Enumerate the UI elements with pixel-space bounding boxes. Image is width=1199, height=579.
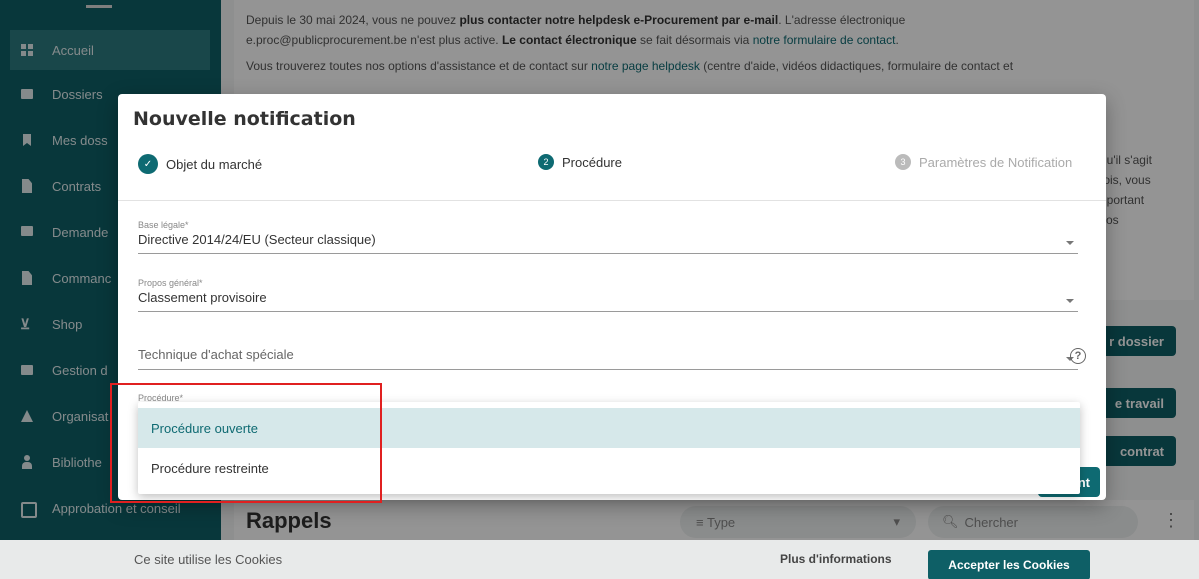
cookie-text: Ce site utilise les Cookies	[134, 552, 283, 567]
step-procedure[interactable]: 2 Procédure	[538, 154, 622, 170]
step-label: Objet du marché	[166, 156, 263, 172]
base-legale-select[interactable]: Base légale* Directive 2014/24/EU (Secte…	[138, 220, 1078, 254]
step-label: Paramètres de Notification	[919, 154, 1073, 170]
field-label: Base légale*	[138, 220, 189, 230]
stepper: ✓ Objet du marché 2 Procédure 3 Paramètr…	[118, 150, 1106, 190]
step-objet[interactable]: ✓ Objet du marché	[138, 154, 262, 174]
chevron-down-icon	[1066, 299, 1074, 303]
step-parametres: 3 Paramètres de Notification	[895, 154, 1072, 170]
technique-achat-select[interactable]: Technique d'achat spéciale	[138, 346, 1078, 370]
field-placeholder: Technique d'achat spéciale	[138, 347, 294, 362]
step-label: Procédure	[562, 154, 622, 170]
annotation-highlight-box	[110, 383, 382, 503]
field-label: Propos général*	[138, 278, 203, 288]
chevron-down-icon	[1066, 241, 1074, 245]
check-icon: ✓	[138, 154, 158, 174]
field-value: Directive 2014/24/EU (Secteur classique)	[138, 232, 376, 247]
modal-title: Nouvelle notification	[133, 108, 356, 130]
modal-divider	[118, 200, 1106, 201]
help-icon[interactable]: ?	[1070, 348, 1086, 364]
field-value: Classement provisoire	[138, 290, 267, 305]
cookie-more-info-link[interactable]: Plus d'informations	[780, 552, 892, 566]
step-number: 3	[895, 154, 911, 170]
propos-general-select[interactable]: Propos général* Classement provisoire	[138, 278, 1078, 312]
step-number: 2	[538, 154, 554, 170]
accept-cookies-button[interactable]: Accepter les Cookies	[928, 550, 1090, 579]
